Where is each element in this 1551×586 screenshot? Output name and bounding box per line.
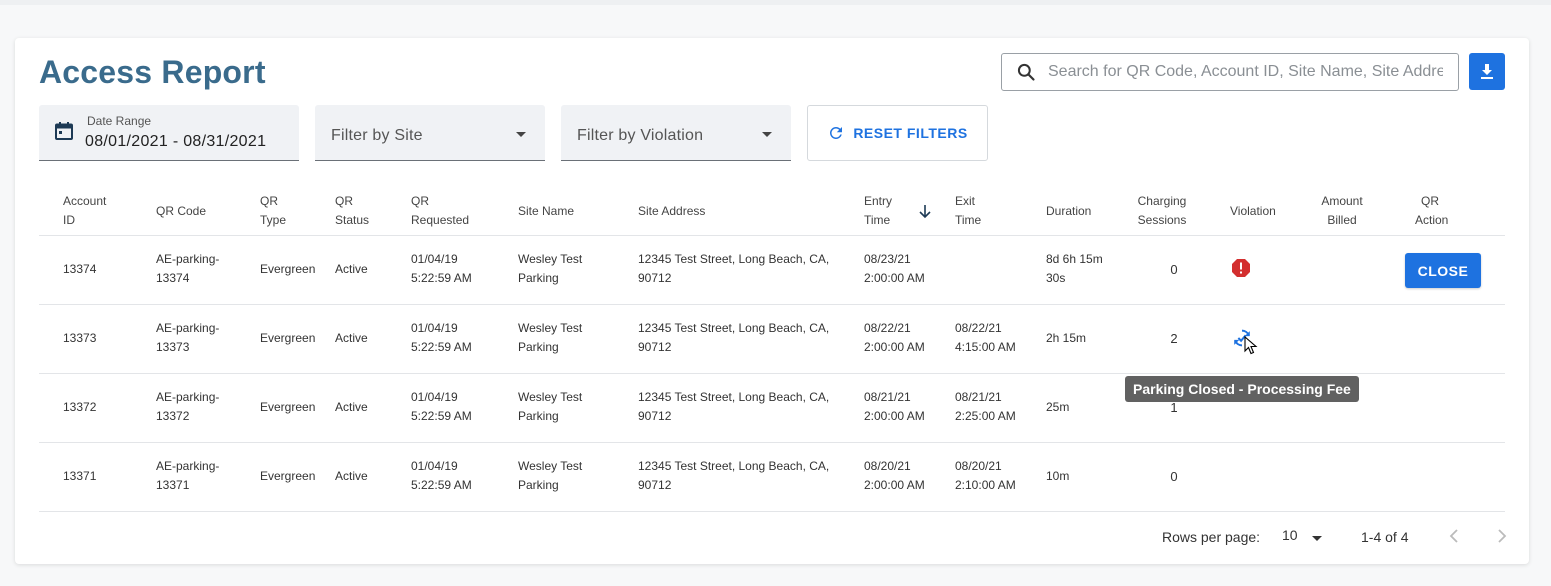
charging-sessions-cell: 0 [1170, 469, 1178, 484]
site-address-cell: 12345 Test Street, Long Beach, CA, 90712 [638, 252, 830, 285]
qr-status-cell: Active [335, 331, 368, 345]
rows-per-page-select[interactable]: 10 [1282, 527, 1298, 543]
qr-code-cell: AE-parking- 13372 [156, 390, 220, 423]
refresh-icon [830, 127, 843, 139]
duration-cell: 8d 6h 15m 30s [1046, 252, 1103, 285]
row-divider [39, 304, 1505, 305]
column-header-violation[interactable]: Violation [1230, 202, 1276, 221]
exit-time-cell: 08/21/21 2:25:00 AM [955, 390, 1016, 423]
top-bar [0, 0, 1551, 5]
column-header-qr-requested[interactable]: QR Requested [411, 192, 469, 230]
search-box[interactable] [1001, 53, 1459, 91]
violation-filter-placeholder: Filter by Violation [577, 127, 704, 144]
site-address-cell: 12345 Test Street, Long Beach, CA, 90712 [638, 321, 830, 354]
qr-code-cell: AE-parking- 13373 [156, 321, 220, 354]
rows-per-page-label: Rows per page: [1162, 529, 1261, 545]
date-range-field[interactable]: Date Range 08/01/2021 - 08/31/2021 [39, 105, 299, 161]
column-header-site-address[interactable]: Site Address [638, 202, 705, 221]
charging-sessions-cell: 0 [1170, 262, 1178, 277]
qr-type-cell: Evergreen [260, 262, 316, 276]
row-divider [39, 373, 1505, 374]
qr-status-cell: Active [335, 400, 368, 414]
column-header-duration[interactable]: Duration [1046, 202, 1091, 221]
exit-time-cell: 08/20/21 2:10:00 AM [955, 459, 1016, 492]
qr-code-cell: AE-parking- 13371 [156, 459, 220, 492]
duration-cell: 25m [1046, 400, 1070, 414]
site-filter-select[interactable]: Filter by Site [315, 105, 545, 161]
qr-requested-cell: 01/04/19 5:22:59 AM [411, 459, 472, 492]
chevron-down-icon[interactable] [1312, 536, 1322, 541]
date-range-label: Date Range [87, 114, 152, 128]
entry-time-cell: 08/20/21 2:00:00 AM [864, 459, 925, 492]
page-title: Access Report [39, 54, 266, 90]
header-divider [39, 235, 1505, 236]
chevron-down-icon [762, 132, 772, 137]
column-header-qr-type[interactable]: QR Type [260, 192, 286, 230]
search-input[interactable] [1046, 62, 1445, 82]
account-id-cell: 13374 [63, 262, 97, 276]
tooltip: Parking Closed - Processing Fee [1125, 376, 1359, 402]
reset-filters-button[interactable]: RESET FILTERS [807, 105, 988, 161]
search-icon [1017, 63, 1035, 81]
violation-filter-select[interactable]: Filter by Violation [561, 105, 791, 161]
row-divider [39, 511, 1505, 512]
account-id-cell: 13372 [63, 400, 97, 414]
qr-type-cell: Evergreen [260, 400, 316, 414]
report-card: Access Report Date Range 08/01/2021 - 08… [15, 38, 1529, 564]
qr-status-cell: Active [335, 469, 368, 483]
column-header-qr-code[interactable]: QR Code [156, 202, 206, 221]
column-header-qr-action[interactable]: QR Action [1415, 192, 1448, 230]
download-icon [1481, 63, 1493, 79]
entry-time-cell: 08/21/21 2:00:00 AM [864, 390, 925, 423]
column-header-qr-status[interactable]: QR Status [335, 192, 369, 230]
qr-status-cell: Active [335, 262, 368, 276]
account-id-cell: 13371 [63, 469, 97, 483]
site-filter-placeholder: Filter by Site [331, 127, 423, 144]
date-range-value[interactable]: 08/01/2021 - 08/31/2021 [85, 133, 266, 151]
site-address-cell: 12345 Test Street, Long Beach, CA, 90712 [638, 459, 830, 492]
charging-sessions-cell: 2 [1170, 331, 1178, 346]
site-address-cell: 12345 Test Street, Long Beach, CA, 90712 [638, 390, 830, 423]
chevron-down-icon [516, 132, 526, 137]
site-name-cell: Wesley Test Parking [518, 459, 583, 492]
violation-alert-icon[interactable] [1231, 258, 1251, 278]
qr-requested-cell: 01/04/19 5:22:59 AM [411, 390, 472, 423]
download-button[interactable] [1469, 53, 1505, 90]
calendar-icon [55, 122, 73, 140]
site-name-cell: Wesley Test Parking [518, 390, 583, 423]
row-divider [39, 442, 1505, 443]
qr-requested-cell: 01/04/19 5:22:59 AM [411, 252, 472, 285]
site-name-cell: Wesley Test Parking [518, 252, 583, 285]
sort-descending-icon[interactable] [918, 204, 932, 220]
column-header-entry-time[interactable]: Entry Time [864, 192, 892, 230]
entry-time-cell: 08/22/21 2:00:00 AM [864, 321, 925, 354]
pagination-range: 1-4 of 4 [1361, 529, 1409, 545]
site-name-cell: Wesley Test Parking [518, 321, 583, 354]
qr-type-cell: Evergreen [260, 331, 316, 345]
chevron-right-icon[interactable] [1495, 528, 1509, 544]
entry-time-cell: 08/23/21 2:00:00 AM [864, 252, 925, 285]
qr-code-cell: AE-parking- 13374 [156, 252, 220, 285]
duration-cell: 2h 15m [1046, 331, 1087, 345]
column-header-exit-time[interactable]: Exit Time [955, 192, 981, 230]
duration-cell: 10m [1046, 469, 1070, 483]
reset-filters-label: RESET FILTERS [853, 125, 968, 141]
close-button[interactable]: CLOSE [1405, 253, 1481, 288]
column-header-site-name[interactable]: Site Name [518, 202, 574, 221]
qr-requested-cell: 01/04/19 5:22:59 AM [411, 321, 472, 354]
account-id-cell: 13373 [63, 331, 97, 345]
chevron-left-icon[interactable] [1447, 528, 1461, 544]
column-header-account-id[interactable]: Account ID [63, 192, 106, 230]
exit-time-cell: 08/22/21 4:15:00 AM [955, 321, 1016, 354]
column-header-charging-sessions[interactable]: Charging Sessions [1133, 192, 1191, 230]
column-header-amount-billed[interactable]: Amount Billed [1317, 192, 1367, 230]
qr-type-cell: Evergreen [260, 469, 316, 483]
mouse-cursor-icon [1244, 336, 1258, 355]
